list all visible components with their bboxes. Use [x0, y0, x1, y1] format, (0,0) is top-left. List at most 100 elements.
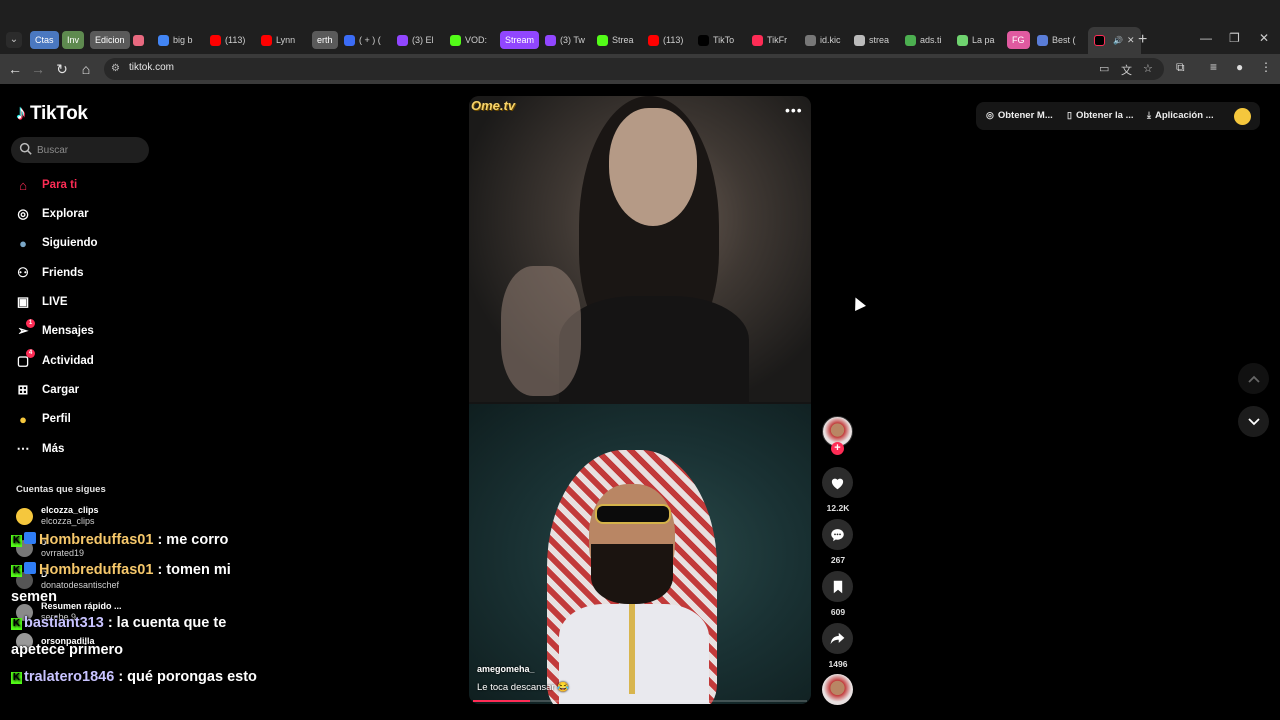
browser-tab[interactable]: TikTo — [698, 31, 734, 49]
tab-favicon-icon — [1037, 34, 1048, 46]
search-bar[interactable] — [11, 137, 149, 163]
restore-icon[interactable]: ❐ — [1229, 31, 1240, 45]
browser-tab-label: (113) — [663, 35, 684, 45]
mouse-cursor-icon — [850, 295, 866, 311]
search-input[interactable] — [37, 141, 145, 159]
previous-video-button[interactable] — [1238, 363, 1269, 394]
get-app-button[interactable]: ▯ Obtener la ... — [1067, 110, 1134, 121]
profile-avatar-icon[interactable] — [1234, 108, 1251, 125]
extensions-icon[interactable]: ⧉ — [1176, 60, 1185, 75]
back-icon[interactable]: ← — [6, 60, 24, 78]
sidebar-item-cargar[interactable]: ⊞ Cargar — [14, 379, 80, 401]
account-display-name: elcozza_clips — [41, 505, 99, 515]
tab-favicon-icon — [752, 34, 763, 46]
bookmark-star-icon[interactable]: ☆ — [1143, 62, 1153, 75]
browser-profile-icon[interactable]: ● — [1236, 60, 1243, 74]
like-button[interactable] — [822, 467, 853, 498]
sidebar-item-mensajes[interactable]: ➢ 1 Mensajes — [14, 319, 94, 342]
browser-tab[interactable]: 🔊 ✕ — [1088, 27, 1141, 54]
share-button[interactable] — [822, 623, 853, 654]
browser-tab[interactable] — [133, 31, 148, 49]
kick-platform-icon: K — [11, 565, 22, 577]
site-info-icon[interactable]: ⚙ — [111, 63, 123, 75]
follow-plus-button[interactable]: + — [831, 442, 844, 455]
media-controls-icon[interactable]: ≡ — [1210, 60, 1217, 74]
browser-tab-label: (3) Tw — [560, 35, 585, 45]
tab-favicon-icon — [597, 34, 608, 46]
home-browser-icon[interactable]: ⌂ — [77, 60, 95, 78]
browser-tab[interactable]: (113) — [648, 31, 683, 49]
browser-tab[interactable]: Stream — [500, 31, 540, 49]
browser-tab-label: TikTo — [713, 35, 735, 45]
tab-audio-icon[interactable]: 🔊 — [1113, 36, 1123, 45]
browser-tab[interactable]: TikFr — [752, 31, 787, 49]
chat-message: Kbastiant313 : la cuenta que te apetece … — [11, 610, 271, 664]
sidebar-item-para-ti[interactable]: ⌂ Para ti — [14, 174, 77, 196]
sound-avatar[interactable] — [822, 674, 853, 705]
video-player[interactable]: Ome.tv ••• amegomeha_ Le toca descansar … — [469, 96, 811, 704]
notification-badge: 4 — [26, 349, 35, 358]
sidebar-item-explorar[interactable]: ◎ Explorar — [14, 203, 89, 225]
sidebar-item-label: Más — [42, 443, 65, 455]
browser-tab[interactable]: VOD: — [450, 31, 487, 49]
browser-tabstrip: ⌄ Ctas Inv Edicion big b (113) Lynn erth ( + ) … — [0, 0, 1280, 54]
tab-favicon-icon — [210, 34, 221, 46]
url-text[interactable]: tiktok.com — [129, 62, 174, 73]
tab-search-icon[interactable]: ⌄ — [6, 32, 22, 48]
browser-tab[interactable]: La pa — [957, 31, 995, 49]
video-author[interactable]: amegomeha_ — [477, 664, 535, 674]
minimize-icon[interactable]: — — [1200, 31, 1212, 45]
video-progress-bar[interactable] — [473, 700, 807, 702]
following-account[interactable]: elcozza_clips elcozza_clips — [16, 505, 99, 527]
browser-tab[interactable]: (3) El — [397, 31, 434, 49]
more-options-icon[interactable]: ••• — [785, 102, 803, 118]
sidebar-item-label: Friends — [42, 267, 84, 279]
share-arrow-icon — [830, 632, 845, 645]
browser-menu-icon[interactable]: ⋮ — [1260, 60, 1272, 74]
browser-tab[interactable]: ads.ti — [905, 31, 942, 49]
video-bottom-camera — [469, 404, 811, 704]
address-bar[interactable]: ⚙ tiktok.com ▭ 文 ☆ — [104, 58, 1164, 80]
reload-icon[interactable]: ↻ — [53, 60, 71, 78]
browser-tab[interactable]: Edicion — [90, 31, 130, 49]
desktop-app-button[interactable]: ⤓ Aplicación ... — [1147, 110, 1214, 121]
browser-tab[interactable]: (113) — [210, 31, 245, 49]
browser-tab[interactable]: (3) Tw — [545, 31, 585, 49]
following-section-title: Cuentas que sigues — [16, 484, 106, 495]
browser-tab[interactable]: FG — [1007, 31, 1030, 49]
close-window-icon[interactable]: ✕ — [1259, 31, 1269, 45]
sidebar-item-live[interactable]: ▣ LIVE — [14, 291, 68, 313]
new-tab-button[interactable]: + — [1138, 31, 1147, 49]
sidebar-item-friends[interactable]: ⚇ Friends — [14, 262, 84, 284]
notification-badge: 1 — [26, 319, 35, 328]
save-button[interactable] — [822, 571, 853, 602]
translate-icon[interactable]: 文 — [1121, 62, 1132, 78]
browser-tab[interactable]: Inv — [62, 31, 85, 49]
chat-username: tralatero1846 — [24, 669, 115, 685]
browser-tab[interactable]: id.kic — [805, 31, 841, 49]
next-video-button[interactable] — [1238, 406, 1269, 437]
close-tab-icon[interactable]: ✕ — [1127, 35, 1135, 46]
cast-icon[interactable]: ▭ — [1099, 62, 1109, 75]
comment-button[interactable] — [822, 519, 853, 550]
sidebar-item-actividad[interactable]: ▢ 4 Actividad — [14, 349, 94, 372]
get-coins-button[interactable]: ◎ Obtener M... — [986, 110, 1053, 121]
video-top-camera: Ome.tv — [469, 96, 811, 406]
browser-tab[interactable]: big b — [158, 31, 193, 49]
more-icon: ⋯ — [16, 441, 30, 456]
sidebar-item-label: Explorar — [42, 208, 89, 220]
browser-tab[interactable]: erth — [312, 31, 338, 49]
sidebar-item-perfil[interactable]: ● Perfil — [14, 408, 71, 430]
chat-message: K Hombreduffas01 : me corro — [11, 527, 271, 554]
browser-tab[interactable]: strea — [854, 31, 889, 49]
sidebar-item-siguiendo[interactable]: ● Siguiendo — [14, 232, 98, 254]
browser-tab[interactable]: Lynn — [261, 31, 295, 49]
browser-tab[interactable]: Strea — [597, 31, 634, 49]
sidebar-item-más[interactable]: ⋯ Más — [14, 438, 65, 460]
browser-tab[interactable]: Best ( — [1037, 31, 1076, 49]
browser-tab[interactable]: ( + ) ( — [344, 31, 381, 49]
home-icon: ⌂ — [19, 177, 27, 193]
tiktok-logo[interactable]: ♪ TikTok — [16, 102, 88, 125]
browser-tab[interactable]: Ctas — [30, 31, 59, 49]
forward-icon[interactable]: → — [29, 60, 47, 78]
